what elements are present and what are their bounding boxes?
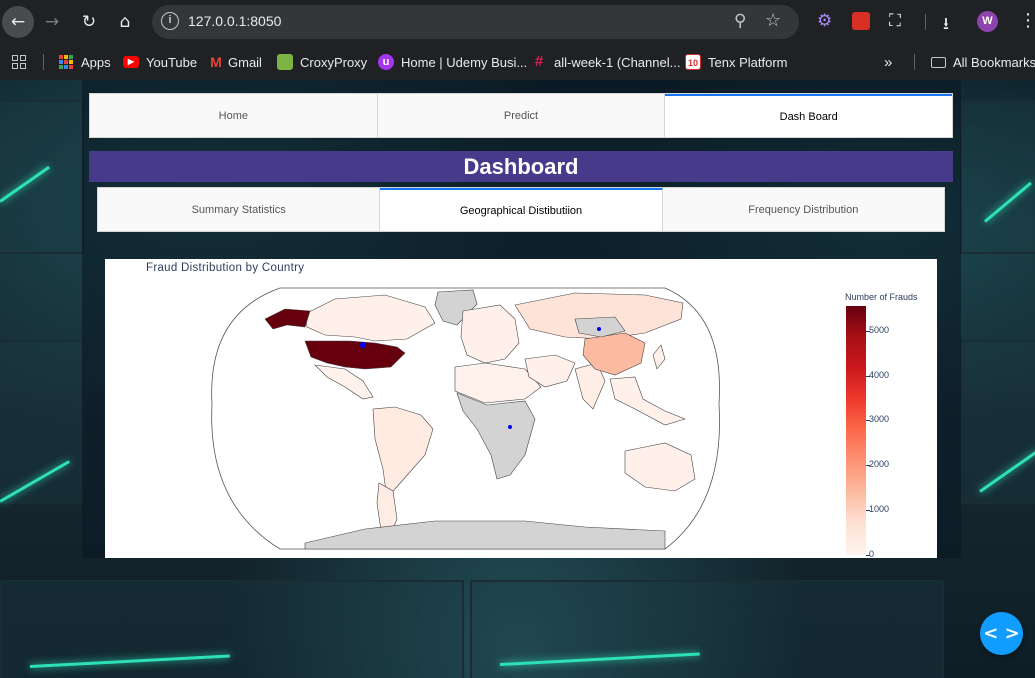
bookmark-apps[interactable]: Apps	[59, 52, 111, 72]
fraud-map-chart[interactable]: Fraud Distribution by Country Number of …	[105, 259, 937, 558]
bookmark-gmail[interactable]: M Gmail	[208, 52, 262, 72]
udemy-icon: u	[378, 54, 394, 70]
apps-launcher-icon[interactable]	[12, 52, 26, 72]
more-bookmarks-icon[interactable]: »	[884, 52, 892, 72]
bookmark-label: YouTube	[146, 54, 198, 70]
tab-home[interactable]: Home	[90, 94, 378, 137]
all-bookmarks-folder[interactable]: All Bookmarks	[931, 52, 1035, 72]
colorbar-tick-label: 1000	[869, 504, 890, 515]
tab-predict[interactable]: Predict	[377, 94, 666, 137]
colorbar-tick-mark	[866, 555, 870, 556]
all-bookmarks-label: All Bookmarks	[953, 54, 1035, 70]
colorbar-tick-label: 0	[869, 549, 875, 558]
world-map[interactable]	[105, 259, 937, 558]
tab-summary-statistics[interactable]: Summary Statistics	[98, 188, 381, 231]
colorbar-tick-label: 5000	[869, 324, 890, 335]
extensions-puzzle-icon[interactable]: ⛶	[889, 11, 901, 31]
colorbar-title: Number of Frauds	[845, 292, 918, 302]
tab-frequency-distribution[interactable]: Frequency Distribution	[662, 188, 944, 231]
dashboard-tabs: Summary Statistics Geographical Distibut…	[97, 187, 945, 232]
lake-baikal	[597, 327, 601, 331]
bookmarks-divider	[43, 54, 44, 70]
colorbar-tick-label: 2000	[869, 459, 890, 470]
extension-red-icon[interactable]	[852, 12, 870, 30]
apps-grid-icon	[59, 55, 73, 69]
bookmark-tenx[interactable]: 10 Tenx Platform	[685, 52, 787, 72]
forward-arrow-icon[interactable]: →	[36, 6, 68, 38]
colorbar-tick-mark	[866, 420, 870, 422]
colorbar-tick-label: 4000	[869, 369, 890, 380]
colorbar-tick-mark	[866, 510, 870, 512]
colorbar-tick-label: 3000	[869, 414, 890, 425]
tab-dashboard[interactable]: Dash Board	[665, 94, 953, 137]
back-arrow-icon[interactable]: ←	[2, 6, 34, 38]
bookmark-label: Apps	[81, 54, 111, 70]
site-info-icon[interactable]: i	[161, 12, 179, 30]
url-text[interactable]: 127.0.0.1:8050	[188, 13, 281, 29]
tab-geographical-distribution[interactable]: Geographical Distibutiion	[380, 188, 663, 231]
bookmark-label: Home | Udemy Busi...	[401, 54, 528, 70]
youtube-icon: ▶	[123, 56, 139, 68]
bookmark-croxyproxy[interactable]: CroxyProxy	[277, 52, 367, 72]
bookmark-label: all-week-1 (Channel...	[554, 54, 681, 70]
debug-toggle-button[interactable]: < >	[980, 612, 1023, 655]
menu-kebab-icon[interactable]: ⋮	[1019, 10, 1035, 31]
bookmark-youtube[interactable]: ▶ YouTube	[123, 52, 197, 72]
colorbar-tick-mark	[866, 330, 870, 332]
bookmark-label: Tenx Platform	[708, 54, 788, 70]
reload-icon[interactable]: ↻	[73, 6, 105, 38]
bookmark-udemy[interactable]: u Home | Udemy Busi...	[378, 52, 527, 72]
bookmark-label: CroxyProxy	[300, 54, 368, 70]
tenx-icon: 10	[685, 54, 701, 70]
download-icon[interactable]: ⭳	[943, 11, 949, 40]
browser-toolbar: ← → ↻ ⌂ i 127.0.0.1:8050 ⚲ ☆ ⚙ ⛶ ⭳ W ⋮	[0, 0, 1035, 44]
bookmarks-bar: Apps ▶ YouTube M Gmail CroxyProxy u Home…	[0, 44, 1035, 80]
gmail-icon: M	[210, 54, 222, 70]
profile-avatar[interactable]: W	[977, 11, 998, 32]
home-icon[interactable]: ⌂	[109, 6, 141, 38]
bookmark-star-icon[interactable]: ☆	[765, 10, 781, 31]
croxyproxy-icon	[277, 54, 293, 70]
main-tabs: Home Predict Dash Board	[89, 93, 953, 138]
bookmark-label: Gmail	[228, 54, 262, 70]
colorbar-tick-mark	[866, 465, 870, 467]
toolbar-divider	[925, 14, 926, 30]
bookmarks-divider	[914, 54, 915, 70]
zoom-icon[interactable]: ⚲	[734, 11, 746, 31]
folder-icon	[931, 56, 946, 68]
colorbar	[846, 306, 866, 555]
colorbar-tick-mark	[866, 375, 870, 377]
page-title: Dashboard	[89, 151, 953, 182]
bookmark-slack[interactable]: # all-week-1 (Channel...	[531, 52, 681, 72]
lake-victoria	[508, 425, 512, 429]
lake-great-lakes	[360, 342, 366, 348]
address-bar[interactable]: i 127.0.0.1:8050 ⚲ ☆	[152, 5, 799, 39]
extension-gear-icon[interactable]: ⚙	[817, 11, 832, 31]
slack-icon: #	[534, 53, 544, 70]
